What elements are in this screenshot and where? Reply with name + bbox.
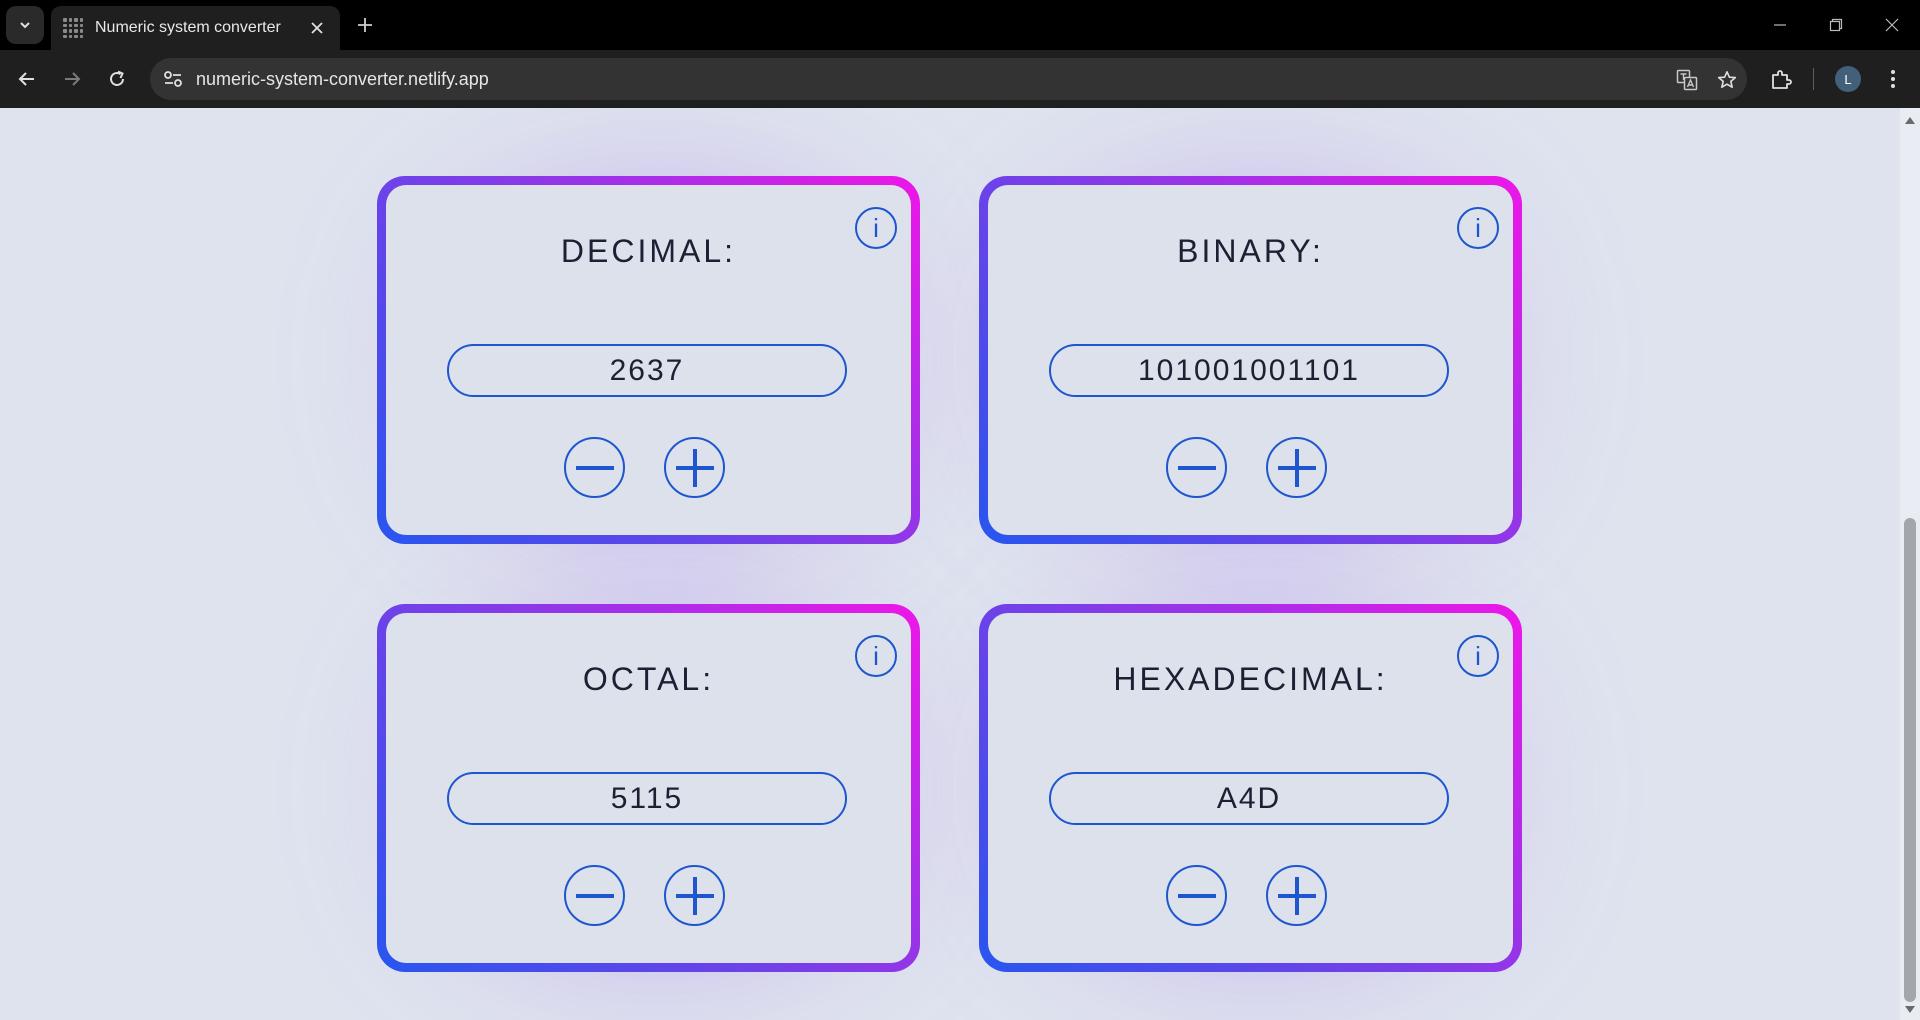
info-icon: i xyxy=(873,212,879,243)
binary-card: BINARY: i xyxy=(979,176,1522,544)
profile-avatar[interactable]: L xyxy=(1835,66,1861,92)
octal-title: OCTAL: xyxy=(582,661,715,697)
address-bar[interactable]: numeric-system-converter.netlify.app xyxy=(150,58,1747,100)
plus-icon xyxy=(1277,448,1316,487)
browser-toolbar: numeric-system-converter.netlify.app xyxy=(0,50,1920,108)
forward-button[interactable] xyxy=(57,64,87,94)
reload-button[interactable] xyxy=(102,64,132,94)
puzzle-icon xyxy=(1772,70,1792,89)
hexadecimal-decrement-button[interactable] xyxy=(1166,865,1227,926)
decimal-info-button[interactable]: i xyxy=(855,207,897,249)
info-icon: i xyxy=(1475,212,1481,243)
minimize-icon xyxy=(1774,24,1786,26)
plus-icon xyxy=(1277,876,1316,915)
binary-info-button[interactable]: i xyxy=(1457,207,1499,249)
chevron-down-icon xyxy=(20,22,30,29)
plus-icon xyxy=(675,448,714,487)
octal-card: OCTAL: i xyxy=(377,604,920,972)
new-tab-button[interactable] xyxy=(352,12,378,38)
minus-icon xyxy=(1177,893,1216,898)
star-icon xyxy=(1717,71,1737,88)
decimal-decrement-button[interactable] xyxy=(564,437,625,498)
hexadecimal-title: HEXADECIMAL: xyxy=(1113,661,1388,697)
binary-title: BINARY: xyxy=(1177,233,1324,269)
binary-increment-button[interactable] xyxy=(1266,437,1327,498)
tab-title: Numeric system converter xyxy=(95,19,281,36)
hexadecimal-card-body: HEXADECIMAL: i xyxy=(988,613,1513,963)
minus-icon xyxy=(1177,465,1216,470)
more-vertical-icon xyxy=(1891,70,1895,88)
restore-icon xyxy=(1829,18,1843,32)
hexadecimal-card: HEXADECIMAL: i xyxy=(979,604,1522,972)
minus-icon xyxy=(575,465,614,470)
browser-tab-active[interactable]: Numeric system converter xyxy=(51,6,340,50)
hexadecimal-increment-button[interactable] xyxy=(1266,865,1327,926)
plus-icon xyxy=(675,876,714,915)
arrow-right-icon xyxy=(65,72,81,86)
decimal-input[interactable] xyxy=(447,344,847,397)
close-icon xyxy=(1885,18,1899,32)
decimal-card: DECIMAL: i xyxy=(377,176,920,544)
octal-decrement-button[interactable] xyxy=(564,865,625,926)
browser-menu-button[interactable] xyxy=(1878,64,1908,94)
binary-decrement-button[interactable] xyxy=(1166,437,1227,498)
back-button[interactable] xyxy=(12,64,42,94)
binary-card-body: BINARY: i xyxy=(988,185,1513,535)
url-text: numeric-system-converter.netlify.app xyxy=(196,69,489,89)
site-settings-icon[interactable] xyxy=(162,68,184,90)
page-viewport: DECIMAL: i BINARY: i OCTAL: xyxy=(0,108,1920,1020)
translate-button[interactable] xyxy=(1675,68,1699,92)
close-icon xyxy=(311,22,323,34)
bookmark-button[interactable] xyxy=(1715,68,1739,92)
octal-increment-button[interactable] xyxy=(664,865,725,926)
decimal-increment-button[interactable] xyxy=(664,437,725,498)
window-controls xyxy=(1752,0,1920,50)
plus-icon xyxy=(358,18,372,32)
decimal-title: DECIMAL: xyxy=(560,233,737,269)
minimize-window-button[interactable] xyxy=(1752,0,1808,50)
arrow-left-icon xyxy=(18,72,34,86)
octal-card-body: OCTAL: i xyxy=(386,613,911,963)
hexadecimal-input[interactable] xyxy=(1049,772,1449,825)
scroll-up-arrow-icon[interactable] xyxy=(1904,114,1916,126)
site-favicon-icon xyxy=(63,18,83,38)
toolbar-divider xyxy=(1813,68,1814,90)
info-icon: i xyxy=(873,640,879,671)
hexadecimal-info-button[interactable]: i xyxy=(1457,635,1499,677)
scrollbar-thumb[interactable] xyxy=(1904,518,1916,1002)
decimal-card-body: DECIMAL: i xyxy=(386,185,911,535)
extensions-button[interactable] xyxy=(1766,64,1796,94)
close-tab-button[interactable] xyxy=(306,17,328,39)
tab-search-button[interactable] xyxy=(6,6,44,44)
restore-window-button[interactable] xyxy=(1808,0,1864,50)
reload-icon xyxy=(110,70,124,86)
minus-icon xyxy=(575,893,614,898)
translate-icon xyxy=(1676,69,1698,91)
scroll-down-arrow-icon[interactable] xyxy=(1904,1004,1916,1016)
info-icon: i xyxy=(1475,640,1481,671)
binary-input[interactable] xyxy=(1049,344,1449,397)
octal-info-button[interactable]: i xyxy=(855,635,897,677)
browser-tabstrip: Numeric system converter xyxy=(0,0,1920,50)
close-window-button[interactable] xyxy=(1864,0,1920,50)
octal-input[interactable] xyxy=(447,772,847,825)
